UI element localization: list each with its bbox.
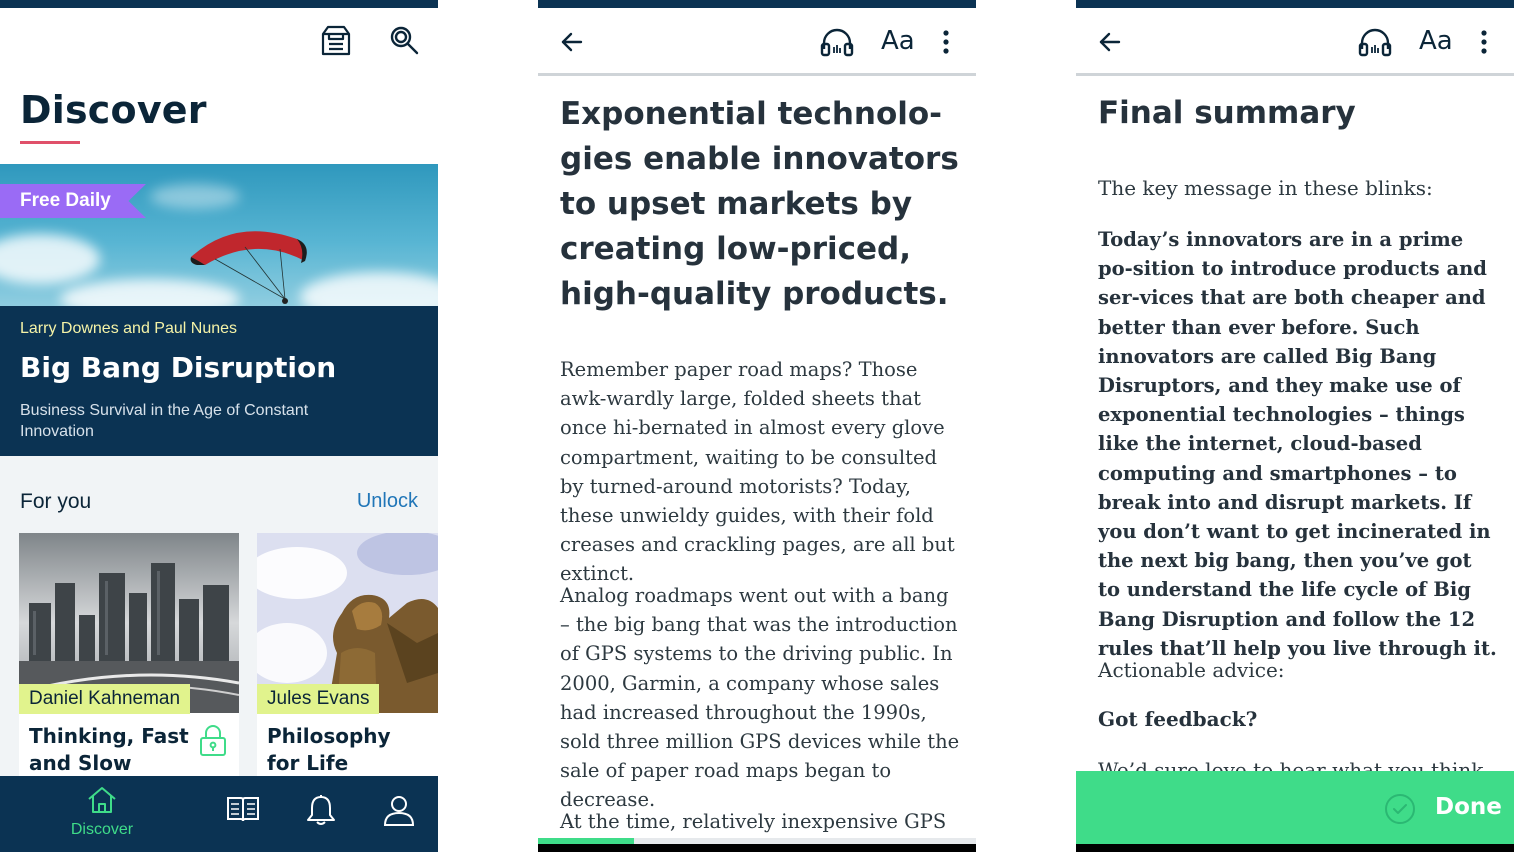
system-bar [1076,844,1514,852]
check-circle-icon [1384,793,1416,830]
key-message-label: The key message in these blinks: [1098,176,1433,200]
book-title: Philosophy for Life [267,724,391,775]
status-bar [1076,0,1514,8]
reader-screen: Aa Exponential technolo-gies enable inno… [538,0,976,852]
book-author: Daniel Kahneman [19,684,191,714]
body-paragraph: Remember paper road maps? Those awk-ward… [560,358,955,586]
bottom-navigation: Discover [0,776,438,852]
paraglider-icon [190,231,307,304]
title-underline [20,141,80,144]
lock-icon [197,723,229,762]
for-you-heading: For you [20,490,92,513]
headphones-icon[interactable] [1358,27,1392,62]
search-icon[interactable] [388,24,420,63]
summary-toolbar: Aa [1076,8,1514,76]
featured-subtitle: Business Survival in the Age of Constant… [20,402,309,440]
body-paragraph: At the time, relatively inexpensive GPS [560,810,947,833]
summary-title: Final summary [1098,95,1356,131]
featured-image: Free Daily [0,164,438,306]
status-bar [0,0,438,8]
free-daily-badge: Free Daily [0,184,146,218]
book-card[interactable]: Jules Evans Philosophy for Life [257,533,438,783]
featured-authors: Larry Downes and Paul Nunes [20,320,238,337]
status-bar [538,0,976,8]
back-arrow-icon[interactable] [560,30,584,59]
page-title: Discover [20,88,207,132]
body-paragraph: Analog roadmaps went out with a bang – t… [560,584,960,812]
bell-icon[interactable] [304,794,338,831]
discover-header-icons [320,24,420,63]
nav-discover-label: Discover [70,821,134,838]
featured-title: Big Bang Disruption [20,351,337,384]
profile-icon[interactable] [382,794,416,831]
for-you-section: For you Unlock Daniel Kahneman Thinking,… [0,456,438,783]
back-arrow-icon[interactable] [1098,30,1122,59]
done-label: Done [1435,794,1502,820]
book-author: Jules Evans [257,684,380,714]
featured-card[interactable]: Free Daily Larry Downes and Paul Nunes B… [0,164,438,456]
done-button[interactable]: Done [1076,771,1514,846]
feedback-heading: Got feedback? [1098,707,1258,731]
key-message-text: Today’s innovators are in a prime po-sit… [1098,228,1497,660]
reader-toolbar: Aa [538,8,976,76]
inbox-icon[interactable] [320,24,352,63]
unlock-link[interactable]: Unlock [357,490,418,513]
book-title: Thinking, Fast and Slow [29,724,189,775]
system-bar [538,844,976,852]
font-settings-button[interactable]: Aa [881,26,915,56]
more-vertical-icon[interactable] [942,30,950,59]
headphones-icon[interactable] [820,27,854,62]
library-icon[interactable] [226,794,260,829]
chapter-title: Exponential technolo-gies enable innovat… [560,96,959,312]
more-vertical-icon[interactable] [1480,30,1488,59]
home-icon [86,787,118,818]
nav-discover[interactable]: Discover [62,786,142,839]
actionable-advice-label: Actionable advice: [1098,658,1285,682]
featured-info: Larry Downes and Paul Nunes Big Bang Dis… [0,306,438,456]
book-card[interactable]: Daniel Kahneman Thinking, Fast and Slow [19,533,239,783]
discover-screen: Discover Free Daily Larry Downes and Pau… [0,0,438,852]
font-settings-button[interactable]: Aa [1419,26,1453,56]
summary-screen: Aa Final summary The key message in thes… [1076,0,1514,852]
